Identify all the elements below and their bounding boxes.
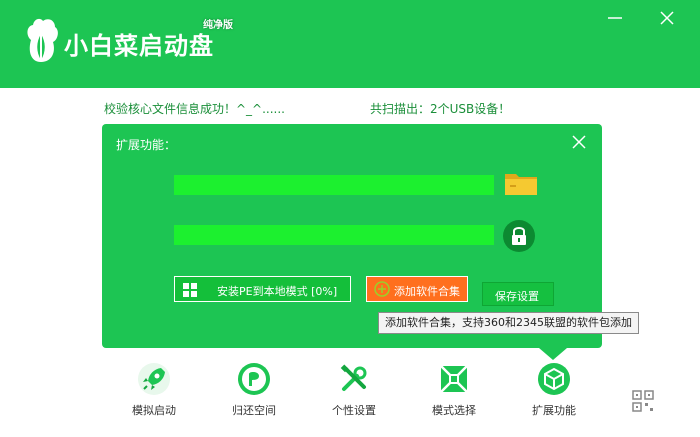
nav-restore-label: 归还空间 bbox=[232, 404, 276, 417]
nav-mode-select[interactable]: 模式选择 bbox=[418, 362, 488, 422]
windows-logo-icon bbox=[183, 283, 197, 297]
usb-scan-status-text: 共扫描出：2个USB设备！ bbox=[370, 102, 511, 116]
close-icon[interactable] bbox=[656, 8, 678, 28]
edition-badge: 纯净版 bbox=[203, 20, 233, 31]
nav-mode-label: 模式选择 bbox=[432, 404, 476, 417]
software-path-input[interactable] bbox=[174, 175, 494, 195]
qr-code-icon[interactable] bbox=[632, 390, 654, 412]
title-bar: 小白菜启动盘 纯净版 bbox=[0, 0, 700, 88]
mode-icon bbox=[440, 365, 468, 393]
save-settings-button[interactable]: 保存设置 bbox=[482, 282, 554, 306]
install-pe-button[interactable]: 安装PE到本地模式 [0%] bbox=[174, 276, 351, 302]
cube-icon bbox=[538, 363, 570, 395]
app-title: 小白菜启动盘 bbox=[64, 32, 214, 60]
nav-personal-label: 个性设置 bbox=[332, 404, 376, 417]
panel-close-icon[interactable] bbox=[572, 135, 586, 149]
nav-restore-space[interactable]: 归还空间 bbox=[218, 362, 288, 422]
nav-extend-features[interactable]: 扩展功能 bbox=[518, 362, 588, 422]
nav-extend-label: 扩展功能 bbox=[532, 404, 576, 417]
nav-simulate-label: 模拟启动 bbox=[132, 404, 176, 417]
install-pe-label: 安装PE到本地模式 [0%] bbox=[217, 285, 338, 298]
password-input[interactable] bbox=[174, 225, 494, 245]
nav-simulate-boot[interactable]: 模拟启动 bbox=[118, 362, 188, 422]
add-software-button[interactable]: 添加软件合集 bbox=[366, 276, 468, 302]
folder-icon[interactable] bbox=[504, 170, 538, 196]
add-circle-icon bbox=[374, 281, 390, 297]
rocket-icon bbox=[138, 363, 170, 395]
add-software-tooltip: 添加软件合集，支持360和2345联盟的软件包添加 bbox=[378, 312, 639, 334]
save-settings-label: 保存设置 bbox=[495, 290, 539, 303]
add-software-label: 添加软件合集 bbox=[394, 285, 460, 298]
nav-personal-settings[interactable]: 个性设置 bbox=[318, 362, 388, 422]
panel-title: 扩展功能： bbox=[116, 138, 177, 152]
active-nav-pointer bbox=[539, 348, 567, 360]
tools-icon bbox=[340, 364, 367, 391]
minimize-icon[interactable] bbox=[604, 8, 626, 28]
cabbage-logo-icon bbox=[27, 18, 58, 62]
restore-space-icon bbox=[238, 363, 270, 395]
verify-status-text: 校验核心文件信息成功！^_^...... bbox=[104, 102, 285, 116]
lock-icon[interactable] bbox=[502, 219, 536, 253]
